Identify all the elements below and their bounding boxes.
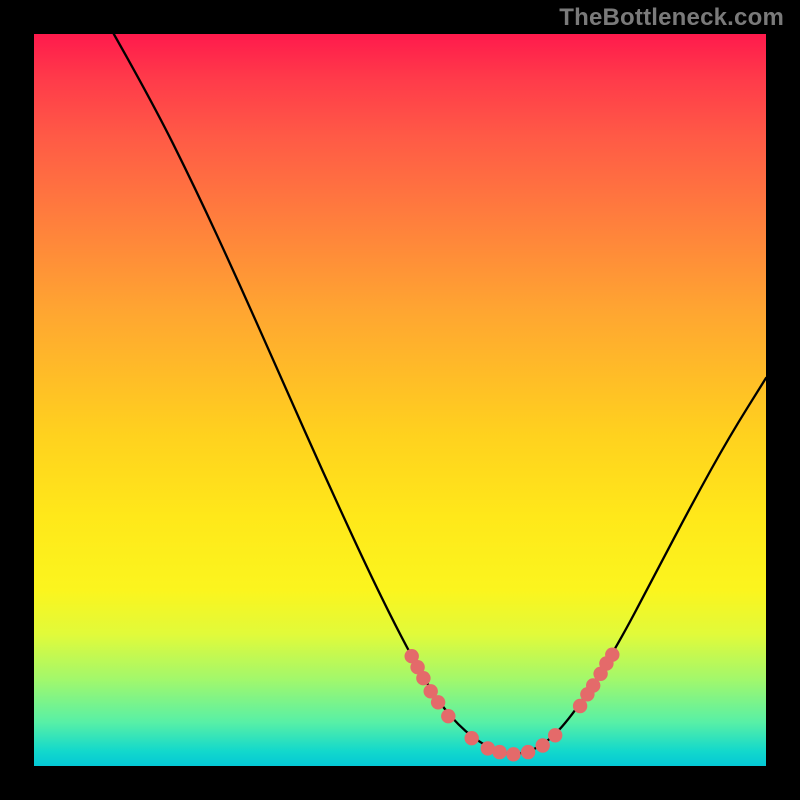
plot-area	[34, 34, 766, 766]
data-dot	[492, 745, 506, 759]
data-dot	[536, 738, 550, 752]
chart-svg	[34, 34, 766, 766]
performance-curve	[114, 34, 766, 754]
data-dot	[465, 731, 479, 745]
chart-stage: TheBottleneck.com	[0, 0, 800, 800]
data-dot	[521, 745, 535, 759]
dot-cluster	[405, 648, 620, 762]
data-dot	[605, 648, 619, 662]
data-dot	[431, 695, 445, 709]
data-dot	[441, 709, 455, 723]
watermark-text: TheBottleneck.com	[559, 6, 784, 30]
data-dot	[416, 671, 430, 685]
data-dot	[506, 747, 520, 761]
data-dot	[548, 728, 562, 742]
